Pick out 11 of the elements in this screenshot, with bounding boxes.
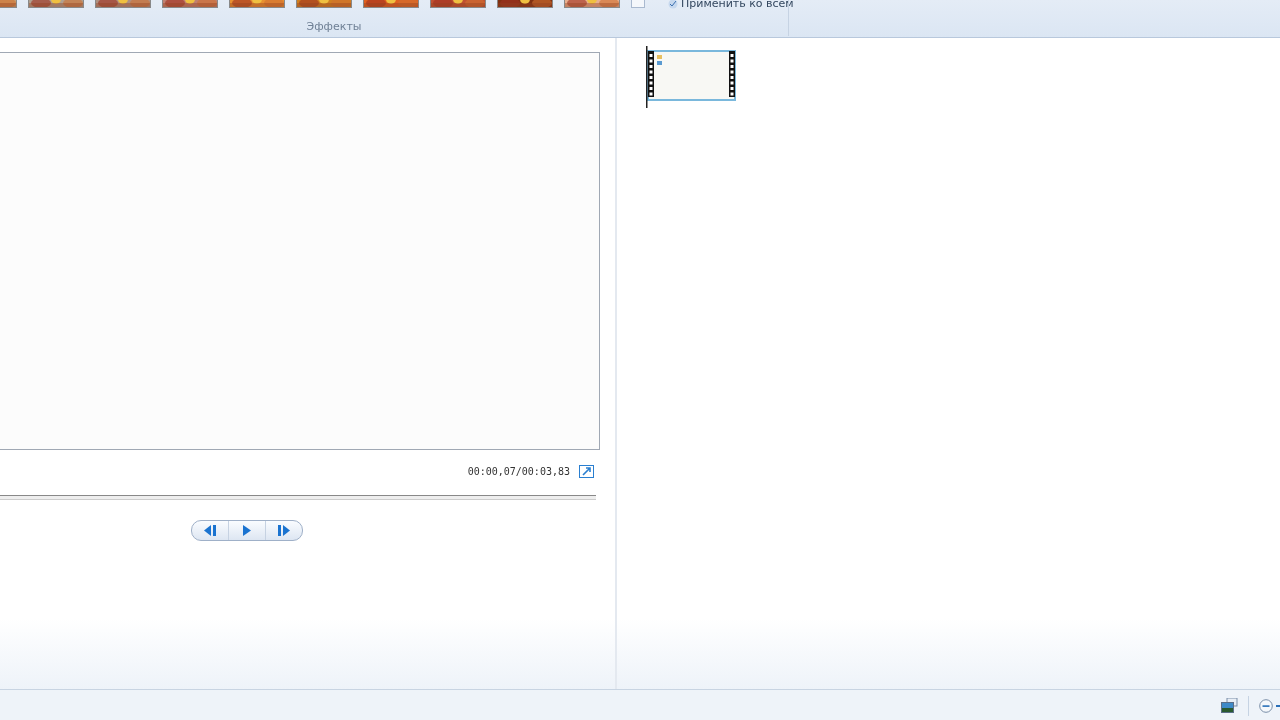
fullscreen-icon[interactable] bbox=[579, 465, 594, 478]
thumbnail-view-icon[interactable] bbox=[1221, 698, 1238, 713]
next-frame-icon bbox=[277, 525, 291, 536]
time-readout: 00:00,07/00:03,83 bbox=[467, 466, 570, 477]
group-label: Эффекты bbox=[305, 20, 363, 33]
seek-bar[interactable] bbox=[0, 495, 596, 500]
previous-frame-icon bbox=[203, 525, 217, 536]
check-icon bbox=[668, 0, 678, 9]
play-icon bbox=[242, 525, 252, 536]
video-clip[interactable] bbox=[646, 46, 738, 108]
zoom-out-icon[interactable] bbox=[1259, 698, 1273, 713]
